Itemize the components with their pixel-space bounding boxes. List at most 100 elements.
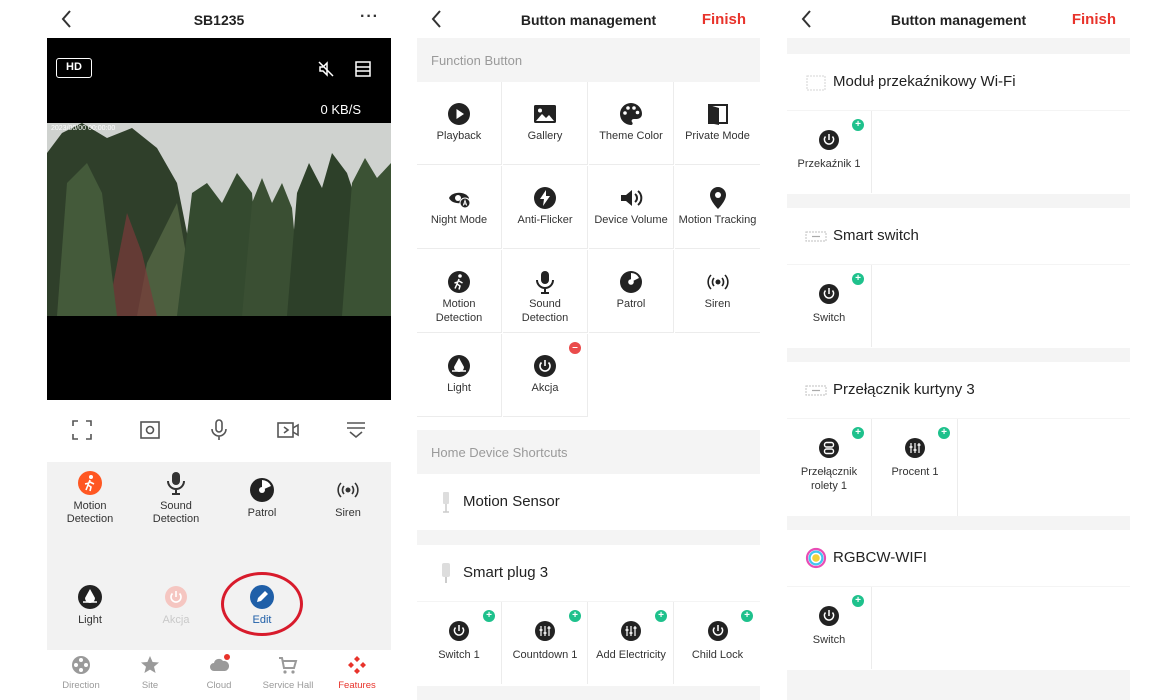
function-label: Theme Color: [599, 130, 663, 142]
smart-plug-icon: [442, 563, 450, 583]
add-badge-icon[interactable]: +: [569, 610, 581, 622]
relay-module-icon: [806, 75, 826, 91]
button-label: Procent 1: [891, 466, 939, 478]
feature-grid: Motion Detection Sound Detection Patrol …: [47, 462, 391, 650]
tab-label: Cloud: [206, 680, 232, 691]
more-options-button[interactable]: ···: [360, 8, 379, 26]
device-name: Moduł przekaźnikowy Wi-Fi: [833, 73, 1016, 90]
device-row-smart-plug[interactable]: Smart plug 3: [417, 545, 760, 601]
feature-light[interactable]: Light: [47, 584, 133, 627]
remove-badge-icon[interactable]: –: [569, 342, 581, 354]
function-night-mode[interactable]: Night Mode: [417, 166, 502, 249]
plug-button-countdown[interactable]: Countdown 1 +: [503, 602, 588, 684]
tune-icon: [905, 438, 925, 458]
video-timestamp: 2023/00/00 00:00:00: [51, 125, 116, 132]
tab-features[interactable]: Features: [323, 654, 391, 691]
power-icon: [819, 130, 839, 150]
feature-sound-detection[interactable]: Sound Detection: [133, 470, 219, 526]
add-badge-icon[interactable]: +: [852, 273, 864, 285]
layout-icon[interactable]: [354, 60, 372, 78]
power-icon: [534, 355, 556, 377]
device-row-rgbcw-wifi[interactable]: RGBCW-WIFI: [787, 530, 1130, 586]
finish-button[interactable]: Finish: [1072, 11, 1116, 28]
function-patrol[interactable]: Patrol: [589, 250, 674, 333]
function-akcja[interactable]: Akcja –: [503, 334, 588, 417]
feature-akcja[interactable]: Akcja: [133, 584, 219, 627]
tab-label: Service Hall: [262, 680, 314, 691]
function-siren[interactable]: Siren: [675, 250, 760, 333]
function-light[interactable]: Light: [417, 334, 502, 417]
device-row-curtain-switch[interactable]: Przełącznik kurtyny 3: [787, 362, 1130, 418]
plug-button-switch[interactable]: Switch 1 +: [417, 602, 502, 684]
device-row-smart-switch[interactable]: Smart switch: [787, 208, 1130, 264]
smart-switch-buttons: Switch +: [787, 265, 1130, 348]
add-badge-icon[interactable]: +: [852, 595, 864, 607]
feature-patrol[interactable]: Patrol: [219, 477, 305, 520]
tab-site[interactable]: Site: [116, 654, 184, 691]
tab-service-hall[interactable]: Service Hall: [254, 654, 322, 691]
button-label: Switch: [812, 312, 846, 324]
mute-icon[interactable]: [317, 60, 335, 78]
device-title: SB1235: [193, 12, 245, 28]
plug-button-add-electricity[interactable]: Add Electricity +: [589, 602, 674, 684]
device-button-switch[interactable]: Switch +: [787, 265, 872, 347]
plug-button-child-lock[interactable]: Child Lock +: [675, 602, 760, 684]
tab-cloud[interactable]: Cloud: [185, 654, 253, 691]
camera-header: SB1235 ···: [47, 0, 391, 38]
function-label: Patrol: [616, 298, 646, 310]
add-badge-icon[interactable]: +: [483, 610, 495, 622]
function-private-mode[interactable]: Private Mode: [675, 82, 760, 165]
feature-siren[interactable]: Siren: [305, 477, 391, 520]
fullscreen-icon[interactable]: [70, 418, 94, 442]
function-label: Anti-Flicker: [517, 214, 573, 226]
button-management-header: Button management Finish: [417, 0, 760, 38]
device-button-curtain[interactable]: Przełącznik rolety 1 +: [787, 419, 872, 516]
function-playback[interactable]: Playback: [417, 82, 502, 165]
playback-icon: [448, 103, 470, 125]
function-device-volume[interactable]: Device Volume: [589, 166, 674, 249]
function-sound-detection[interactable]: Sound Detection: [503, 250, 588, 333]
cart-icon: [279, 657, 298, 674]
device-row-relay-module[interactable]: Moduł przekaźnikowy Wi-Fi: [787, 54, 1130, 110]
function-gallery[interactable]: Gallery: [503, 82, 588, 165]
function-anti-flicker[interactable]: Anti-Flicker: [503, 166, 588, 249]
add-badge-icon[interactable]: +: [852, 427, 864, 439]
device-name: Przełącznik kurtyny 3: [833, 381, 975, 398]
live-video-view[interactable]: HD 0 KB/S 2023/00/00 00:00:00: [47, 38, 391, 400]
function-theme-color[interactable]: Theme Color: [589, 82, 674, 165]
function-label: Gallery: [527, 130, 563, 142]
finish-button[interactable]: Finish: [702, 11, 746, 28]
function-motion-tracking[interactable]: Motion Tracking: [675, 166, 760, 249]
microphone-icon[interactable]: [207, 418, 231, 442]
device-button-percent[interactable]: Procent 1 +: [873, 419, 958, 516]
record-icon[interactable]: [276, 418, 300, 442]
smart-plug-buttons: Switch 1 + Countdown 1 + Add Electricity…: [417, 602, 760, 686]
bottom-tab-bar: Direction Site Cloud Service Hall Featur…: [47, 650, 391, 700]
add-badge-icon[interactable]: +: [852, 119, 864, 131]
device-row-motion-sensor[interactable]: Motion Sensor: [417, 474, 760, 530]
curtain-switch-buttons: Przełącznik rolety 1 + Procent 1 +: [787, 419, 1130, 516]
add-badge-icon[interactable]: +: [655, 610, 667, 622]
star-icon: [141, 656, 159, 673]
night-mode-icon: [449, 192, 471, 209]
add-badge-icon[interactable]: +: [741, 610, 753, 622]
button-label: Add Electricity: [596, 649, 666, 661]
function-label: Night Mode: [430, 214, 488, 226]
feature-motion-detection[interactable]: Motion Detection: [47, 470, 133, 526]
add-badge-icon[interactable]: +: [938, 427, 950, 439]
button-label: Przełącznik rolety 1: [800, 466, 858, 492]
feature-label: Patrol: [247, 507, 277, 519]
snapshot-icon[interactable]: [138, 418, 162, 442]
device-button-switch[interactable]: Switch +: [787, 587, 872, 669]
hd-toggle-button[interactable]: HD: [56, 58, 92, 78]
device-name: Motion Sensor: [463, 493, 560, 510]
motion-sensor-icon: [443, 492, 449, 513]
switch-module-icon: [805, 231, 827, 242]
device-button-relay-1[interactable]: Przekaźnik 1 +: [787, 111, 872, 193]
function-motion-detection[interactable]: Motion Detection: [417, 250, 502, 333]
tab-direction[interactable]: Direction: [47, 654, 115, 691]
feature-label: Siren: [335, 507, 361, 519]
button-management-screen-2: Button management Finish Moduł przekaźni…: [787, 0, 1130, 700]
collapse-icon[interactable]: [344, 418, 368, 442]
tune-icon: [535, 621, 555, 641]
